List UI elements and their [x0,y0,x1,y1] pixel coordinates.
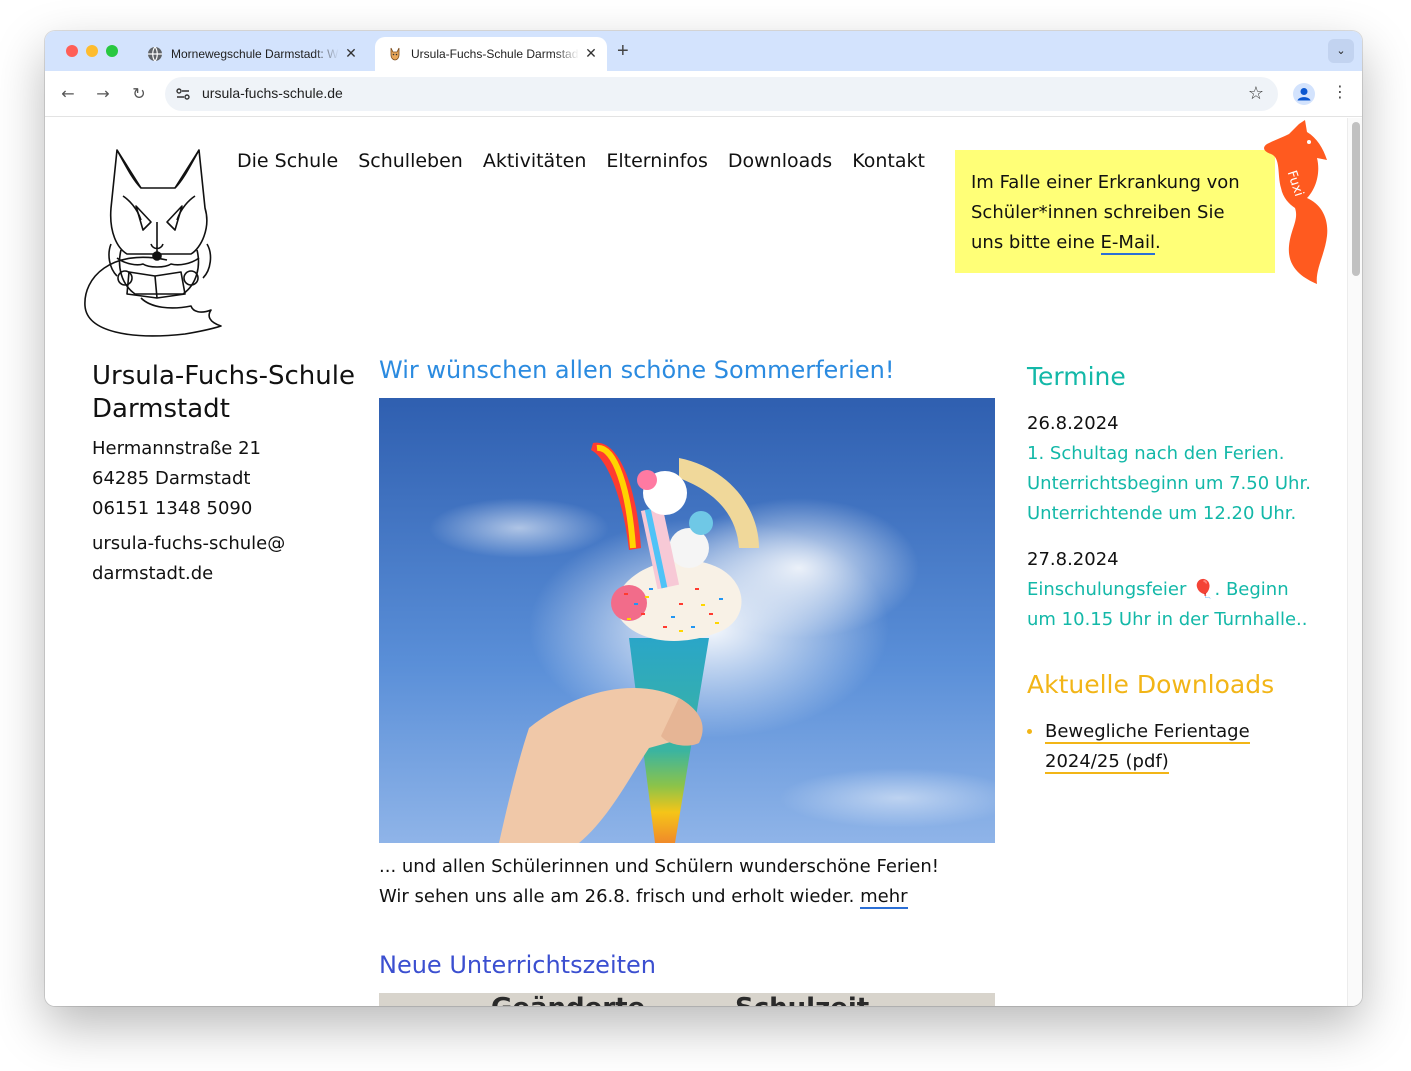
nav-kontakt[interactable]: Kontakt [852,150,925,172]
forward-icon[interactable]: → [92,83,114,105]
school-email-line1[interactable]: ursula-fuchs-schule@ [92,529,362,559]
event-line[interactable]: Einschulungsfeier 🎈. Beginn [1027,575,1327,605]
zoom-window-button[interactable] [106,45,118,57]
tab-title: Ursula-Fuchs-Schule Darmstadt [411,47,579,61]
close-window-button[interactable] [66,45,78,57]
reload-icon[interactable]: ↻ [128,83,150,105]
browser-window: Mornewegschule Darmstadt: Willkommen ✕ U… [45,31,1362,1006]
page-viewport: Die Schule Schulleben Aktivitäten Eltern… [45,118,1347,1006]
nav-downloads[interactable]: Downloads [728,150,832,172]
termine-section: Termine 26.8.2024 1. Schultag nach den F… [1027,362,1327,635]
bookmark-star-icon[interactable]: ☆ [1248,83,1264,104]
browser-toolbar: ← → ↻ ursula-fuchs-schule.de ☆ ⋮ [45,71,1362,117]
address-bar[interactable]: ursula-fuchs-schule.de ☆ [165,77,1278,111]
tab-title: Mornewegschule Darmstadt: Willkommen [171,47,339,61]
nav-elterninfos[interactable]: Elterninfos [606,150,707,172]
school-email-line2[interactable]: darmstadt.de [92,559,362,589]
nav-die-schule[interactable]: Die Schule [237,150,338,172]
globe-icon [148,46,162,62]
school-phone[interactable]: 06151 1348 5090 [92,494,362,524]
sick-notice-box: Im Falle einer Erkrankung von Schüler*in… [955,150,1275,273]
more-link[interactable]: mehr [860,886,908,909]
bullet-icon [1027,729,1032,734]
post-title-unterrichtszeiten[interactable]: Neue Unterrichtszeiten [379,951,656,979]
download-link-line1[interactable]: Bewegliche Ferientage [1045,721,1250,744]
email-link[interactable]: E-Mail [1100,232,1155,255]
browser-menu-icon[interactable]: ⋮ [1332,82,1348,101]
download-item[interactable]: Bewegliche Ferientage 2024/25 (pdf) [1027,717,1327,777]
event-line[interactable]: 1. Schultag nach den Ferien. [1027,439,1327,469]
tab-search-button[interactable]: ⌄ [1328,39,1354,63]
school-contact: Ursula-Fuchs-Schule Darmstadt Hermannstr… [92,360,362,589]
main-navigation: Die Schule Schulleben Aktivitäten Eltern… [237,150,925,172]
fox-logo-icon[interactable] [81,148,231,340]
photo-text-1: Geänderte [491,993,645,1006]
photo-text-2: Schulzeit [735,993,869,1006]
tab-ursula-fuchs-schule[interactable]: Ursula-Fuchs-Schule Darmstadt ✕ [375,37,607,71]
post-teaser-line1: ... und allen Schülerinnen und Schülern … [379,856,939,877]
minimize-window-button[interactable] [86,45,98,57]
fox-favicon-icon [390,47,400,61]
scrollbar[interactable] [1347,118,1362,1006]
school-city: 64285 Darmstadt [92,468,251,489]
school-name-line1: Ursula-Fuchs-Schule [92,361,355,391]
url-text: ursula-fuchs-schule.de [202,85,343,101]
new-tab-button[interactable]: + [617,41,629,61]
back-icon[interactable]: ← [57,83,79,105]
profile-avatar-icon[interactable] [1293,83,1315,105]
download-link-line2[interactable]: 2024/25 (pdf) [1045,751,1169,774]
notice-text-end: . [1154,232,1161,253]
website: Die Schule Schulleben Aktivitäten Eltern… [45,118,1347,1006]
schedule-notice-photo[interactable]: Geänderte Schulzeit [379,993,995,1006]
nav-schulleben[interactable]: Schulleben [358,150,463,172]
event-line[interactable]: um 10.15 Uhr in der Turnhalle.. [1027,605,1327,635]
post-teaser-line2: Wir sehen uns alle am 26.8. frisch und e… [379,886,861,907]
termine-heading: Termine [1027,362,1126,391]
post-teaser-sommerferien: ... und allen Schülerinnen und Schülern … [379,852,995,912]
fuxi-mascot-icon: Fuxi [1264,120,1328,284]
close-tab-icon[interactable]: ✕ [339,46,363,62]
close-tab-icon[interactable]: ✕ [579,46,603,62]
post-title-sommerferien[interactable]: Wir wünschen allen schöne Sommerferien! [379,356,894,384]
school-street: Hermannstraße 21 [92,438,261,459]
scrollbar-thumb[interactable] [1352,122,1360,276]
ice-cream-photo[interactable] [379,398,995,843]
downloads-heading: Aktuelle Downloads [1027,670,1275,699]
site-settings-icon[interactable] [175,86,191,102]
downloads-section: Aktuelle Downloads Bewegliche Ferientage… [1027,670,1327,777]
person-icon [1297,88,1311,101]
event-date: 26.8.2024 [1027,413,1119,434]
nav-aktivitaeten[interactable]: Aktivitäten [483,150,587,172]
event-date: 27.8.2024 [1027,549,1119,570]
event-line[interactable]: Unterrichtende um 12.20 Uhr. [1027,499,1327,529]
school-name-line2: Darmstadt [92,394,230,424]
tab-strip: Mornewegschule Darmstadt: Willkommen ✕ U… [45,31,1362,71]
tab-mornewegschule[interactable]: Mornewegschule Darmstadt: Willkommen ✕ [135,37,367,71]
event-line[interactable]: Unterrichtsbeginn um 7.50 Uhr. [1027,469,1327,499]
